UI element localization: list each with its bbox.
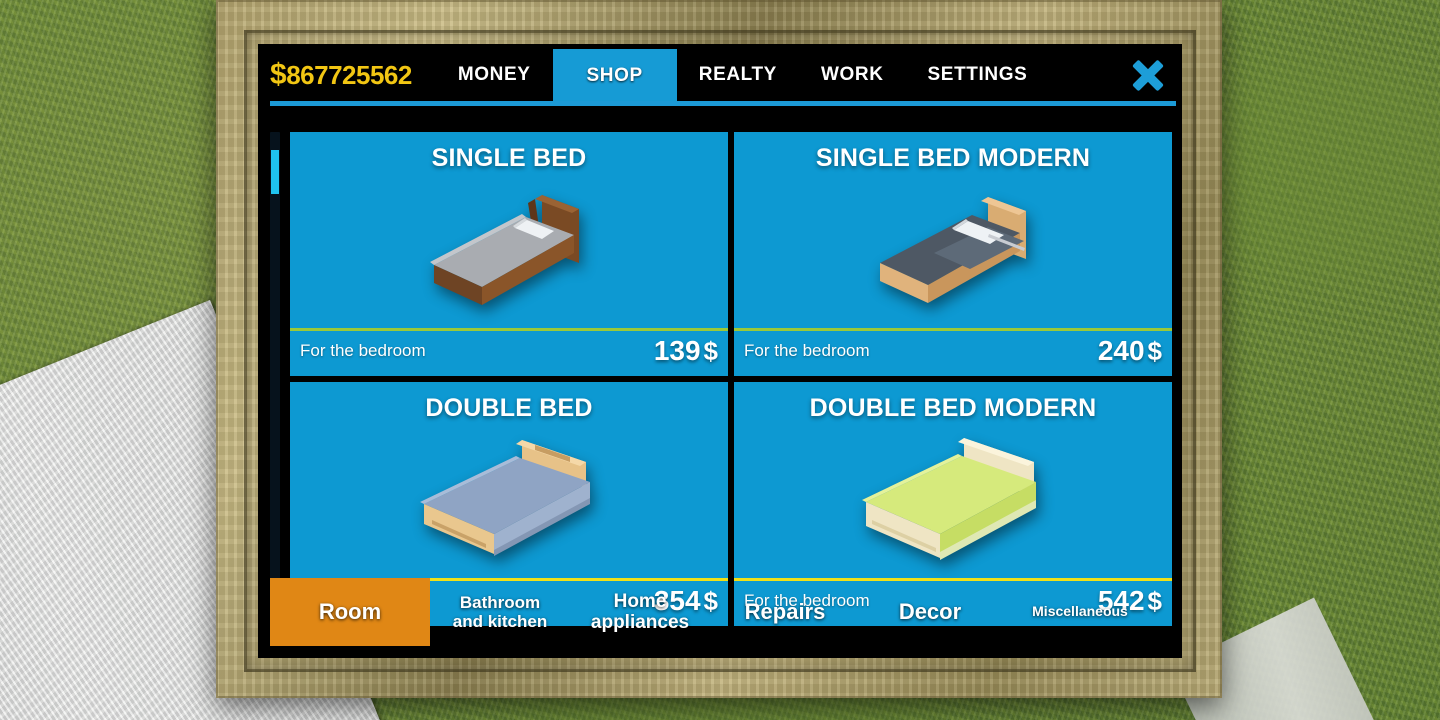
item-footer: For the bedroom 240 $	[734, 331, 1172, 376]
item-price-value: 240	[1097, 335, 1145, 366]
nav-tab-work[interactable]: WORK	[799, 50, 906, 100]
item-subtitle: For the bedroom	[300, 341, 426, 360]
wooden-frame: $867725562 MONEY SHOP REALTY WORK SETTIN…	[216, 0, 1222, 698]
category-tab-home-appliances[interactable]: Home appliances	[570, 574, 710, 650]
money-amount: 867725562	[286, 60, 412, 90]
nav-underline	[270, 101, 1176, 106]
game-scene: $867725562 MONEY SHOP REALTY WORK SETTIN…	[0, 0, 1440, 720]
item-title: DOUBLE BED MODERN	[809, 394, 1097, 422]
shop-panel: $867725562 MONEY SHOP REALTY WORK SETTIN…	[258, 44, 1182, 658]
nav-tab-shop[interactable]: SHOP	[552, 49, 677, 103]
category-tab-room[interactable]: Room	[270, 578, 430, 646]
item-currency: $	[703, 336, 718, 366]
item-currency: $	[1147, 336, 1162, 366]
money-display: $867725562	[270, 58, 412, 92]
single-bed-icon	[394, 187, 624, 317]
vertical-scrollbar[interactable]	[270, 132, 280, 626]
scrollbar-thumb[interactable]	[271, 150, 279, 194]
item-subtitle: For the bedroom	[744, 341, 870, 360]
item-title: DOUBLE BED	[425, 394, 593, 422]
item-price: 240 $	[1098, 335, 1162, 367]
item-title: SINGLE BED	[431, 144, 587, 172]
nav-tab-money[interactable]: MONEY	[436, 50, 553, 100]
shop-item-card[interactable]: SINGLE BED For the bedroom 139 $	[290, 132, 728, 376]
category-tab-bar: Room Bathroom and kitchen Home appliance…	[270, 574, 1172, 650]
category-tab-decor[interactable]: Decor	[860, 574, 1000, 650]
double-bed-icon	[394, 432, 624, 572]
item-price: 139 $	[654, 335, 718, 367]
item-artwork	[290, 175, 728, 328]
category-tab-bathroom-and-kitchen[interactable]: Bathroom and kitchen	[430, 574, 570, 650]
single-bed-modern-icon	[838, 187, 1068, 317]
nav-tab-realty[interactable]: REALTY	[677, 50, 799, 100]
item-artwork	[290, 425, 728, 578]
shop-body: SINGLE BED For the bedroom 139 $ SINGLE …	[270, 132, 1172, 626]
item-footer: For the bedroom 139 $	[290, 331, 728, 376]
nav-tab-settings[interactable]: SETTINGS	[906, 50, 1050, 100]
shop-item-card[interactable]: SINGLE BED MODERN For the bedroom 240 $	[734, 132, 1172, 376]
double-bed-modern-icon	[838, 432, 1068, 572]
item-title: SINGLE BED MODERN	[815, 144, 1091, 172]
shop-item-grid: SINGLE BED For the bedroom 139 $ SINGLE …	[290, 132, 1172, 626]
top-navigation-bar: $867725562 MONEY SHOP REALTY WORK SETTIN…	[258, 44, 1182, 106]
category-tab-repairs[interactable]: Repairs	[710, 574, 860, 650]
item-artwork	[734, 175, 1172, 328]
item-price-value: 139	[653, 335, 701, 366]
dollar-sign-icon: $	[270, 58, 287, 91]
item-artwork	[734, 425, 1172, 578]
category-tab-miscellaneous[interactable]: Miscellaneous	[1000, 574, 1160, 650]
close-x-icon[interactable]	[1128, 55, 1168, 95]
